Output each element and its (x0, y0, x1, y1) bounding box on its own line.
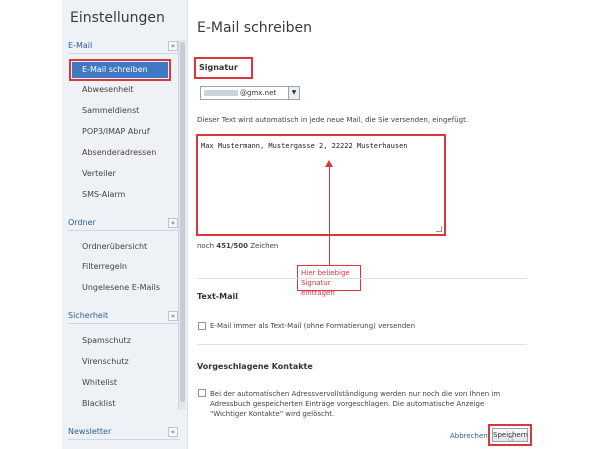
sidebar-item-email-schreiben[interactable]: E-Mail schreiben (69, 59, 171, 81)
chevron-down-icon[interactable]: ▼ (288, 87, 299, 99)
email-domain: @gmx.net (240, 89, 277, 97)
sidebar-item-absenderadressen[interactable]: Absenderadressen (72, 145, 168, 161)
section-title: E-Mail (68, 41, 93, 50)
hand-cursor-icon: ☝ (508, 434, 514, 444)
contacts-heading: Vorgeschlagene Kontakte (197, 362, 313, 371)
sidebar-item-spamschutz[interactable]: Spamschutz (72, 333, 168, 349)
signature-heading-highlight: Signatur (194, 57, 253, 79)
contacts-label[interactable]: Bei der automatischen Adressvervollständ… (210, 389, 520, 419)
annotation-line1: Hier beliebige (301, 269, 350, 277)
main-content: E-Mail schreiben Signatur @gmx.net ▼ Die… (188, 0, 538, 449)
contacts-checkbox[interactable] (198, 389, 206, 397)
sidebar-scrollbar[interactable] (178, 40, 186, 410)
section-header-ordner[interactable]: Ordner « (68, 217, 180, 231)
cancel-link[interactable]: Abbrechen (450, 432, 488, 440)
sidebar-item-pop3-imap[interactable]: POP3/IMAP Abruf (72, 124, 168, 140)
sidebar-item-sms-alarm[interactable]: SMS-Alarm (72, 187, 168, 203)
signature-description: Dieser Text wird automatisch in jede neu… (197, 116, 469, 124)
section-title: Newsletter (68, 427, 112, 436)
scrollbar-thumb[interactable] (180, 42, 185, 402)
sidebar-item-blacklist[interactable]: Blacklist (72, 396, 168, 412)
char-count-value: 451/500 (216, 242, 249, 250)
sidebar-item-ungelesene[interactable]: Ungelesene E-Mails (72, 280, 168, 296)
collapse-icon[interactable]: « (168, 41, 178, 51)
sidebar-title: Einstellungen (70, 10, 165, 26)
sidebar-item-filterregeln[interactable]: Filterregeln (72, 259, 168, 275)
redacted-username (204, 90, 238, 96)
section-header-sicherheit[interactable]: Sicherheit « (68, 310, 180, 324)
page-title: E-Mail schreiben (197, 20, 312, 36)
char-count-prefix: noch (197, 242, 215, 250)
sender-email-select[interactable]: @gmx.net ▼ (200, 86, 300, 100)
annotation-line (329, 165, 330, 265)
textmail-checkbox[interactable] (198, 322, 206, 330)
section-title: Ordner (68, 218, 96, 227)
section-title: Sicherheit (68, 311, 109, 320)
sidebar-item-verteiler[interactable]: Verteiler (72, 166, 168, 182)
textmail-heading: Text-Mail (197, 292, 238, 301)
settings-sidebar: Einstellungen E-Mail « E-Mail schreiben … (62, 0, 188, 449)
resize-handle-icon[interactable] (436, 226, 442, 232)
section-divider (197, 344, 527, 345)
sidebar-item-ordneruebersicht[interactable]: Ordnerübersicht (72, 239, 168, 255)
char-count-suffix: Zeichen (250, 242, 279, 250)
collapse-icon[interactable]: « (168, 218, 178, 228)
char-counter: noch 451/500 Zeichen (197, 242, 278, 250)
section-header-newsletter[interactable]: Newsletter « (68, 426, 180, 440)
signature-heading: Signatur (199, 63, 238, 72)
sidebar-item-virenschutz[interactable]: Virenschutz (72, 354, 168, 370)
sidebar-item-whitelist[interactable]: Whitelist (72, 375, 168, 391)
signature-text[interactable]: Max Mustermann, Mustergasse 2, 22222 Mus… (201, 142, 408, 150)
annotation-line2: Signatur eintragen (301, 279, 335, 297)
collapse-icon[interactable]: « (168, 311, 178, 321)
sidebar-item-sammeldienst[interactable]: Sammeldienst (72, 103, 168, 119)
textmail-label[interactable]: E-Mail immer als Text-Mail (ohne Formati… (210, 322, 415, 330)
section-header-email[interactable]: E-Mail « (68, 40, 180, 54)
section-divider (197, 278, 527, 279)
sidebar-item-abwesenheit[interactable]: Abwesenheit (72, 82, 168, 98)
signature-textarea[interactable]: Max Mustermann, Mustergasse 2, 22222 Mus… (196, 134, 446, 236)
collapse-icon[interactable]: « (168, 427, 178, 437)
